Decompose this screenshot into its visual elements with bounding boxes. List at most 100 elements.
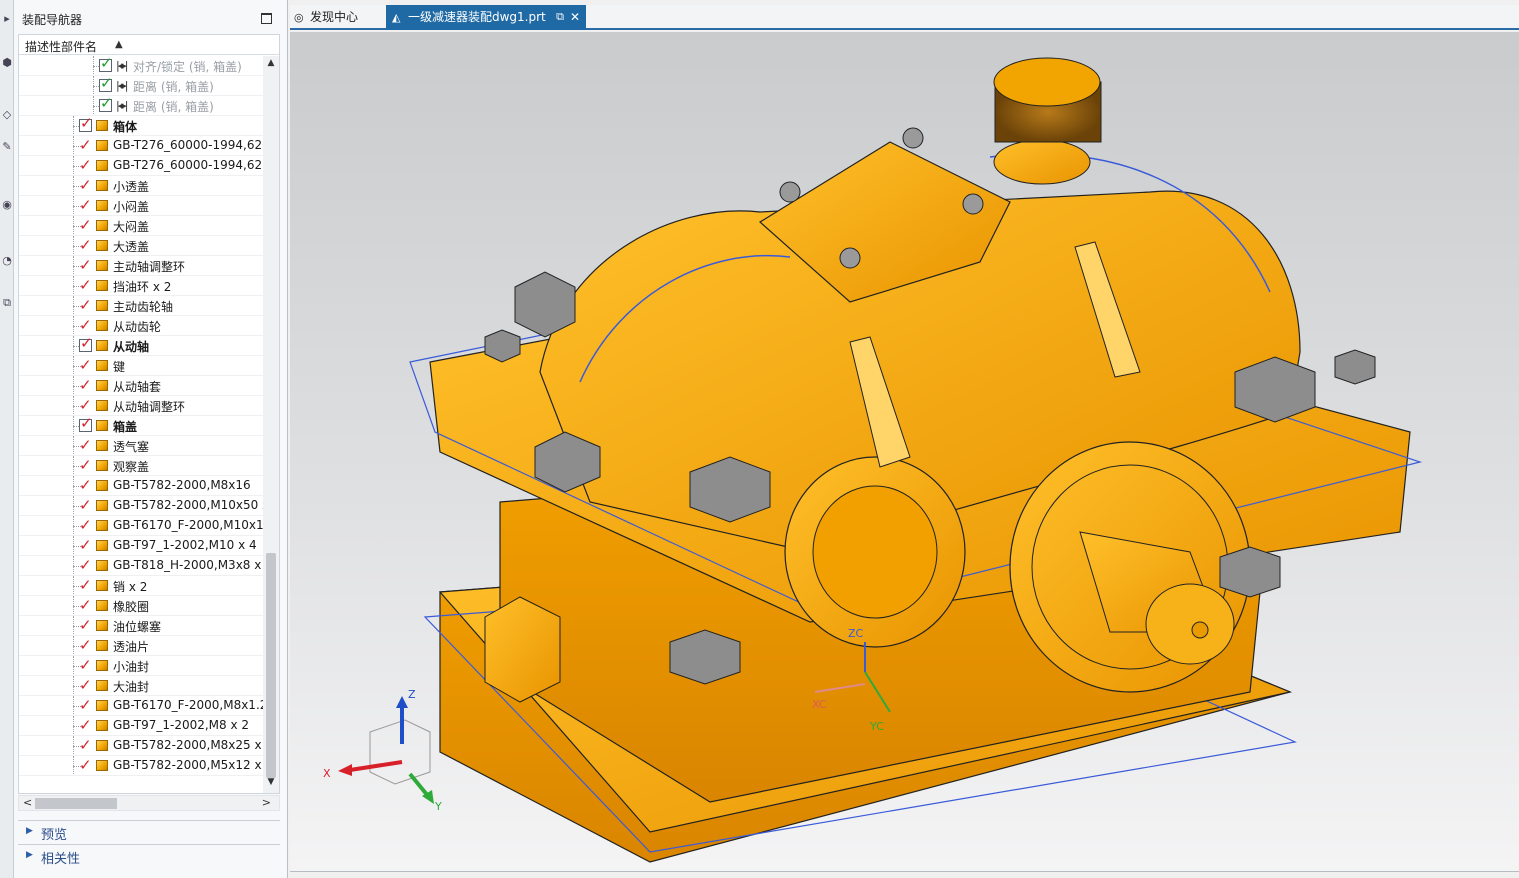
check-icon[interactable]: ✓: [79, 396, 92, 414]
component-icon: [96, 540, 108, 551]
tree-row[interactable]: ✓ 观察盖: [19, 456, 263, 476]
tree-row[interactable]: ✓ 橡胶圈: [19, 596, 263, 616]
check-icon[interactable]: ✓: [79, 136, 92, 154]
check-icon[interactable]: ✓: [79, 496, 92, 514]
check-icon[interactable]: ✓: [79, 636, 92, 654]
tree-row[interactable]: ✓ GB-T276_60000-1994,62I2: [19, 156, 263, 176]
check-icon[interactable]: ✓: [79, 656, 92, 674]
tree-row[interactable]: ✓ GB-T6170_F-2000,M8x1.25: [19, 696, 263, 716]
tree-row[interactable]: ✓ 从动齿轮: [19, 316, 263, 336]
tree-row[interactable]: ✓ 主动齿轮轴: [19, 296, 263, 316]
check-icon[interactable]: ✓: [79, 716, 92, 734]
tree-row[interactable]: ✓ 小油封: [19, 656, 263, 676]
check-icon[interactable]: ✓: [79, 196, 92, 214]
scroll-right-icon[interactable]: >: [262, 796, 271, 809]
tree-row[interactable]: ✓ 油位螺塞: [19, 616, 263, 636]
triad-x-label: X: [323, 767, 331, 780]
tab-discovery-center[interactable]: ◎ 发现中心: [294, 5, 384, 30]
role-icon[interactable]: ⧉: [1, 296, 13, 310]
tree-row[interactable]: ✓ 大油封: [19, 676, 263, 696]
tree-row[interactable]: ✓ 挡油环 x 2: [19, 276, 263, 296]
component-icon: [96, 220, 108, 231]
tree-row[interactable]: ✓ GB-T5782-2000,M8x25 x 2: [19, 736, 263, 756]
check-icon[interactable]: ✓: [79, 356, 92, 374]
tree-row[interactable]: ✓ 大透盖: [19, 236, 263, 256]
tree-row[interactable]: ✓ 主动轴调整环: [19, 256, 263, 276]
close-icon[interactable]: ✕: [570, 5, 580, 29]
tree-row-label: 距离 (销, 箱盖): [133, 100, 214, 114]
assembly-icon[interactable]: ✎: [1, 140, 13, 154]
check-icon[interactable]: ✓: [79, 216, 92, 234]
check-icon[interactable]: ✓: [79, 576, 92, 594]
tree-row-label: GB-T5782-2000,M10x50 x: [113, 498, 263, 512]
check-icon[interactable]: ✓: [79, 556, 92, 574]
web-icon[interactable]: ◉: [1, 198, 13, 212]
tree-row[interactable]: ✓ |◂▸| 距离 (销, 箱盖): [19, 76, 263, 96]
vertical-scrollbar[interactable]: ▲ ▼: [263, 56, 279, 793]
graphics-window[interactable]: ZC XC YC Z X Y: [290, 32, 1519, 872]
history-icon[interactable]: ◔: [1, 254, 13, 268]
check-icon[interactable]: ✓: [79, 536, 92, 554]
check-icon[interactable]: ✓: [79, 236, 92, 254]
check-icon[interactable]: ✓: [79, 736, 92, 754]
scroll-thumb[interactable]: [266, 553, 276, 778]
tree-row[interactable]: ✓ 透油片: [19, 636, 263, 656]
constraint-icon[interactable]: ◇: [1, 108, 13, 122]
tree-row-label: 透油片: [113, 640, 150, 654]
tree-row[interactable]: ✓ 箱体: [19, 116, 263, 136]
tree-row[interactable]: ✓ 键: [19, 356, 263, 376]
check-icon[interactable]: ✓: [79, 316, 92, 334]
check-icon[interactable]: ✓: [79, 696, 92, 714]
scroll-up-icon[interactable]: ▲: [263, 58, 279, 72]
part-icon[interactable]: ⬢: [1, 56, 13, 70]
tree-row[interactable]: ✓ 大闷盖: [19, 216, 263, 236]
column-header[interactable]: 描述性部件名 ▲: [19, 35, 279, 55]
tree-row[interactable]: ✓ 小闷盖: [19, 196, 263, 216]
maximize-icon[interactable]: [261, 13, 272, 24]
tree-row[interactable]: ✓ GB-T276_60000-1994,6202: [19, 136, 263, 156]
check-icon[interactable]: ✓: [79, 456, 92, 474]
float-icon[interactable]: ⧉: [556, 5, 564, 29]
check-icon[interactable]: ✓: [79, 276, 92, 294]
tree-row[interactable]: ✓ GB-T5782-2000,M5x12 x 2: [19, 756, 263, 776]
tree-row-label: 从动轴套: [113, 380, 162, 394]
check-icon[interactable]: ✓: [79, 596, 92, 614]
check-icon[interactable]: ✓: [79, 296, 92, 314]
tree-row[interactable]: ✓ GB-T5782-2000,M8x16: [19, 476, 263, 496]
scroll-left-icon[interactable]: <: [23, 796, 32, 809]
horizontal-scrollbar[interactable]: < >: [18, 795, 280, 811]
tree-row[interactable]: ✓ 从动轴套: [19, 376, 263, 396]
dependency-section[interactable]: ▶ 相关性: [18, 844, 280, 867]
tree-row[interactable]: ✓ 透气塞: [19, 436, 263, 456]
tree-row-label: GB-T818_H-2000,M3x8 x 4: [113, 558, 263, 572]
tree-row[interactable]: ✓ GB-T5782-2000,M10x50 x: [19, 496, 263, 516]
tree-row[interactable]: ✓ 箱盖: [19, 416, 263, 436]
tree-row[interactable]: ✓ GB-T6170_F-2000,M10x1.5: [19, 516, 263, 536]
check-icon[interactable]: ✓: [79, 176, 92, 194]
tab-active-part[interactable]: ◭ 一级减速器装配dwg1.prt ⧉ ✕: [386, 5, 586, 30]
tree-row[interactable]: ✓ GB-T818_H-2000,M3x8 x 4: [19, 556, 263, 576]
check-icon[interactable]: ✓: [79, 616, 92, 634]
check-icon[interactable]: ✓: [79, 376, 92, 394]
tree-row[interactable]: ✓ 小透盖: [19, 176, 263, 196]
hscroll-thumb[interactable]: [35, 798, 117, 809]
preview-section[interactable]: ▶ 预览: [18, 820, 280, 843]
check-icon[interactable]: ✓: [79, 516, 92, 534]
check-icon[interactable]: ✓: [79, 476, 92, 494]
tree-row[interactable]: ✓ 从动轴: [19, 336, 263, 356]
tree-row[interactable]: ✓ |◂▸| 距离 (销, 箱盖): [19, 96, 263, 116]
tree-row-label: 小透盖: [113, 180, 150, 194]
check-icon[interactable]: ✓: [79, 756, 92, 774]
menu-icon[interactable]: ▸: [1, 12, 13, 26]
tree-row-label: 橡胶圈: [113, 600, 150, 614]
check-icon[interactable]: ✓: [79, 156, 92, 174]
tree-row[interactable]: ✓ GB-T97_1-2002,M8 x 2: [19, 716, 263, 736]
check-icon[interactable]: ✓: [79, 676, 92, 694]
tree-row[interactable]: ✓ GB-T97_1-2002,M10 x 4: [19, 536, 263, 556]
check-icon[interactable]: ✓: [79, 256, 92, 274]
tree-row[interactable]: ✓ 销 x 2: [19, 576, 263, 596]
tree-row[interactable]: ✓ |◂▸| 对齐/锁定 (销, 箱盖): [19, 56, 263, 76]
tree-row[interactable]: ✓ 从动轴调整环: [19, 396, 263, 416]
check-icon[interactable]: ✓: [79, 436, 92, 454]
scroll-down-icon[interactable]: ▼: [263, 777, 279, 791]
